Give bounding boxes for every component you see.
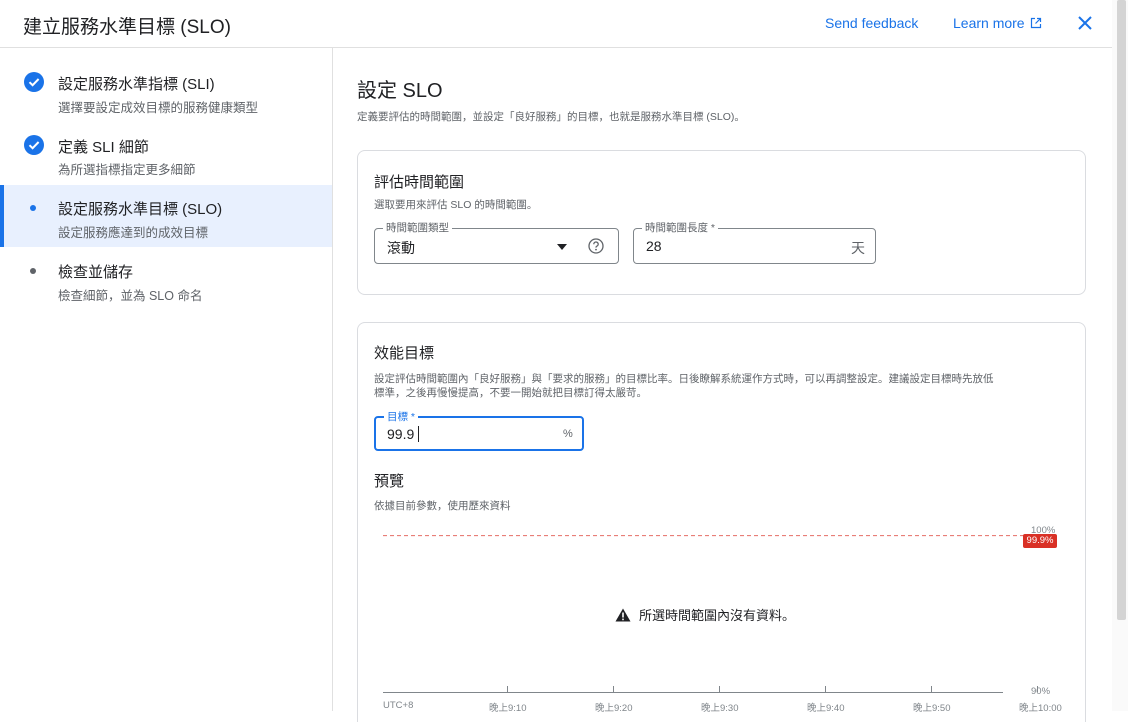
help-icon[interactable] [588,238,604,254]
send-feedback-link[interactable]: Send feedback [825,15,918,31]
step-review-save[interactable]: 檢查並儲存 檢查細節，並為 SLO 命名 [0,253,332,315]
no-data-message: 所選時間範圍內沒有資料。 [615,605,795,624]
field-label: 時間範圍長度 * [642,221,719,235]
text-cursor [418,426,419,442]
x-tick-label: 晚上9:30 [701,703,739,714]
period-card: 評估時間範圍 選取要用來評估 SLO 的時間範圍。 時間範圍類型 滾動 時間範圍… [357,150,1086,295]
percent-suffix: % [563,428,573,440]
preview-chart: 100% 99.9% 所選時間範圍內沒有資料。 90% UTC+8 晚上9:10 晚… [383,524,1083,714]
card-description: 選取要用來評估 SLO 的時間範圍。 [374,199,538,211]
step-subtitle: 為所選指標指定更多細節 [58,163,196,177]
days-suffix: 天 [851,240,865,256]
x-tick [931,686,932,692]
y-label-bottom: 90% [1031,686,1051,697]
stepper-sidebar: 設定服務水準指標 (SLI) 選擇要設定成效目標的服務健康類型 定義 SLI 細… [0,48,333,711]
check-circle-icon [24,72,44,92]
card-title: 效能目標 [374,345,435,362]
step-title: 設定服務水準指標 (SLI) [58,76,215,93]
step-title: 設定服務水準目標 (SLO) [58,201,223,218]
preview-title: 預覽 [374,473,405,490]
pending-step-dot-icon [30,268,36,274]
period-type-select[interactable]: 時間範圍類型 滾動 [374,221,619,264]
x-tick [825,686,826,692]
step-define-sli[interactable]: 設定服務水準指標 (SLI) 選擇要設定成效目標的服務健康類型 [0,64,332,126]
scrollbar-thumb[interactable] [1117,0,1126,620]
card-description-line-1: 設定評估時間範圍內「良好服務」與「要求的服務」的目標比率。日後瞭解系統運作方式時… [374,373,994,385]
field-value: 28 [646,238,662,254]
main-content: 設定 SLO 定義要評估的時間範圍，並設定「良好服務」的目標，也就是服務水準目標… [333,48,1112,722]
dropdown-arrow-icon [557,244,567,250]
active-step-dot-icon [30,205,36,211]
learn-more-label: Learn more [953,15,1025,31]
period-length-field[interactable]: 時間範圍長度 * 28 天 [633,221,876,264]
x-tick [719,686,720,692]
x-tick-label: 晚上9:10 [489,703,527,714]
close-icon [1078,16,1092,30]
field-value: 滾動 [387,240,415,256]
section-description: 定義要評估的時間範圍，並設定「良好服務」的目標，也就是服務水準目標 (SLO)。 [357,111,745,123]
step-title: 檢查並儲存 [58,264,134,281]
field-value: 99.9 [387,426,415,442]
warning-icon [615,608,631,621]
top-bar: 建立服務水準目標 (SLO) Send feedback Learn more [0,0,1112,48]
external-link-icon [1031,17,1042,29]
x-tick-label: 晚上9:20 [595,703,633,714]
card-title: 評估時間範圍 [374,174,465,191]
preview-description: 依據目前參數，使用歷來資料 [374,500,511,512]
no-data-text: 所選時間範圍內沒有資料。 [639,608,796,623]
close-button[interactable] [1074,11,1096,35]
x-tick [507,686,508,692]
learn-more-link[interactable]: Learn more [953,15,1042,31]
slo-threshold-badge: 99.9% [1023,534,1057,548]
page-title: 建立服務水準目標 (SLO) [23,17,231,38]
goal-input[interactable]: 目標 * 99.9 % [374,410,584,451]
x-tick [1037,686,1038,692]
field-label: 時間範圍類型 [383,221,452,235]
field-label: 目標 * [384,410,419,424]
step-set-slo[interactable]: 設定服務水準目標 (SLO) 設定服務應達到的成效目標 [0,185,332,247]
step-subtitle: 選擇要設定成效目標的服務健康類型 [58,101,259,115]
card-description-line-2: 標準，之後再慢慢提高，不要一開始就把目標訂得太嚴苛。 [374,387,647,399]
step-title: 定義 SLI 細節 [58,139,149,156]
step-subtitle: 檢查細節，並為 SLO 命名 [58,289,203,303]
step-subtitle: 設定服務應達到的成效目標 [58,226,209,240]
x-tick-label: 晚上9:40 [807,703,845,714]
section-title: 設定 SLO [357,80,443,102]
x-tick-label: 晚上9:50 [913,703,951,714]
check-circle-icon [24,135,44,155]
x-axis-line [383,692,1003,693]
x-tick-label: UTC+8 [383,700,414,711]
x-tick [613,686,614,692]
x-tick-label: 晚上10:00 [1019,703,1062,714]
